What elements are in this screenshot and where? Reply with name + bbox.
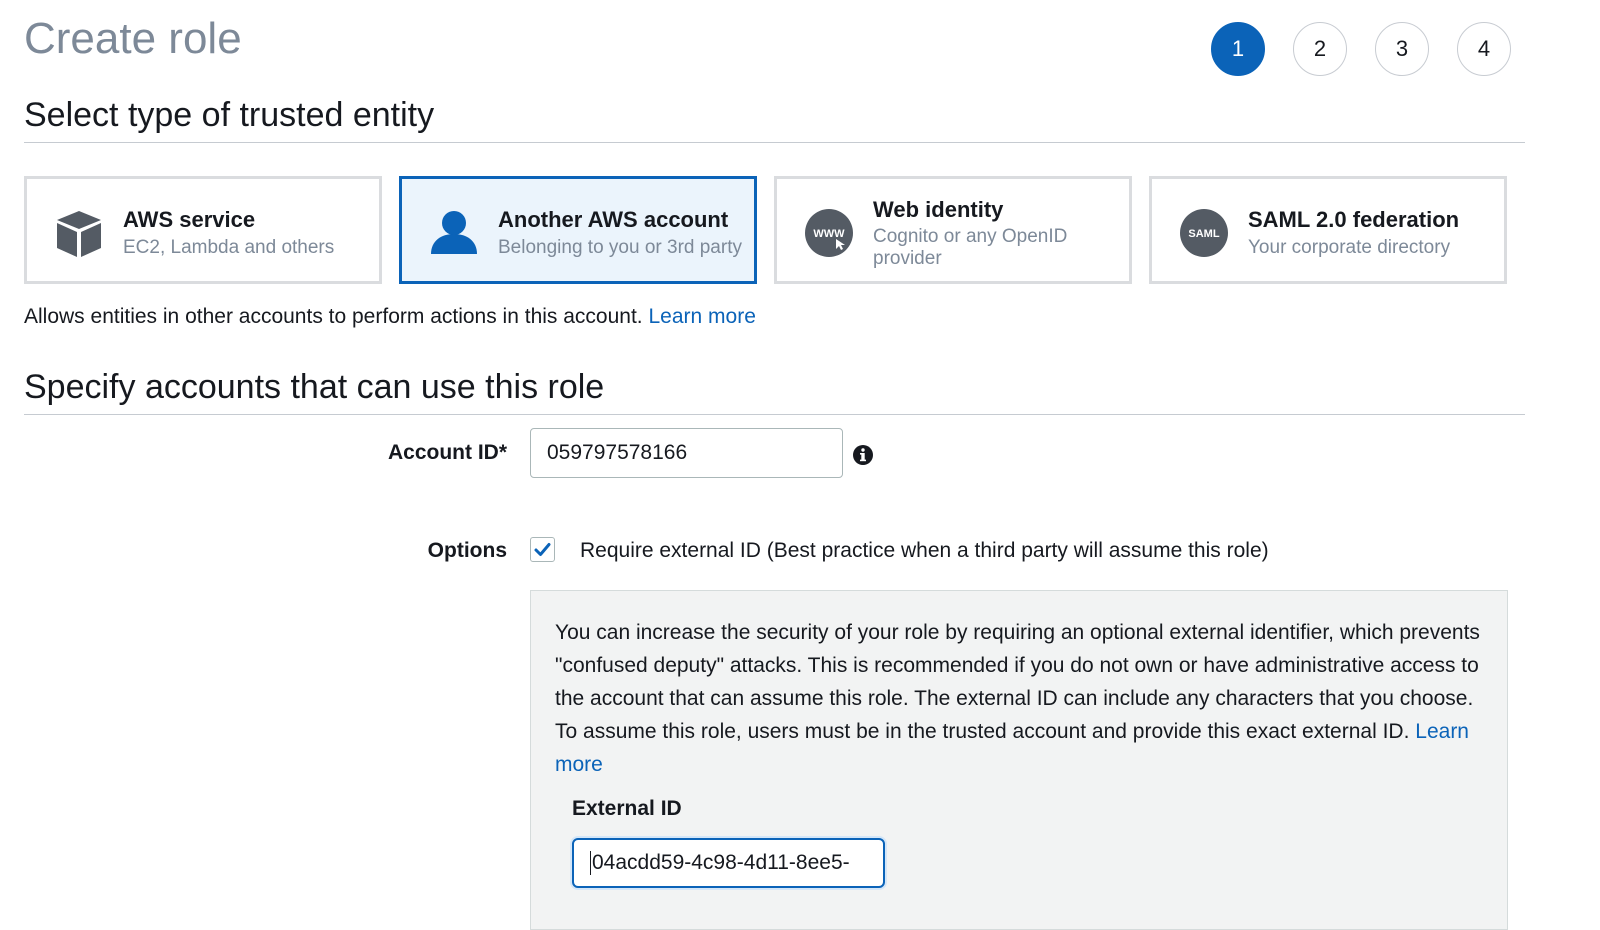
account-id-input[interactable]: 059797578166: [530, 428, 843, 478]
card-title: Another AWS account: [498, 207, 729, 232]
card-saml-federation[interactable]: SAML SAML 2.0 federation Your corporate …: [1149, 176, 1507, 284]
card-subtitle: Belonging to you or 3rd party: [498, 237, 742, 258]
card-another-aws-account[interactable]: Another AWS account Belonging to you or …: [399, 176, 757, 284]
entity-description: Allows entities in other accounts to per…: [24, 305, 756, 329]
user-icon: [431, 211, 477, 254]
external-id-value: 04acdd59-4c98-4d11-8ee5-: [592, 851, 850, 874]
external-id-help-text: You can increase the security of your ro…: [555, 621, 1480, 743]
cube-icon: [57, 211, 101, 257]
card-title: AWS service: [123, 207, 256, 232]
section-title-accounts: Specify accounts that can use this role: [24, 368, 605, 406]
require-external-id-label[interactable]: Require external ID (Best practice when …: [580, 539, 1269, 563]
svg-text:WWW: WWW: [813, 228, 845, 240]
card-title: SAML 2.0 federation: [1248, 207, 1460, 232]
saml-icon: SAML: [1180, 209, 1228, 257]
description-text: Allows entities in other accounts to per…: [24, 305, 643, 328]
step-2[interactable]: 2: [1293, 22, 1347, 76]
divider: [24, 414, 1525, 415]
step-3[interactable]: 3: [1375, 22, 1429, 76]
checkmark-icon: [534, 543, 551, 556]
card-web-identity[interactable]: WWW Web identity Cognito or any OpenID p…: [774, 176, 1132, 284]
options-label: Options: [427, 539, 507, 562]
learn-more-link[interactable]: Learn more: [648, 305, 755, 328]
card-subtitle: Cognito or any OpenID provider: [873, 226, 1068, 269]
account-id-value: 059797578166: [547, 441, 688, 464]
card-title: Web identity: [873, 197, 1004, 222]
text-caret: [590, 851, 591, 875]
divider: [24, 142, 1525, 143]
info-icon[interactable]: [852, 444, 874, 466]
card-subtitle: EC2, Lambda and others: [123, 237, 335, 258]
wizard-steps: 1 2 3 4: [1211, 22, 1511, 76]
section-title-trusted-entity: Select type of trusted entity: [24, 96, 435, 134]
account-id-label: Account ID*: [387, 441, 507, 464]
step-4[interactable]: 4: [1457, 22, 1511, 76]
www-icon: WWW: [805, 209, 853, 257]
require-external-id-checkbox[interactable]: [530, 537, 555, 562]
page-title: Create role: [24, 14, 242, 63]
card-subtitle: Your corporate directory: [1248, 237, 1451, 258]
svg-text:SAML: SAML: [1188, 228, 1219, 240]
external-id-help: You can increase the security of your ro…: [555, 616, 1490, 781]
card-aws-service[interactable]: AWS service EC2, Lambda and others: [24, 176, 382, 284]
step-1[interactable]: 1: [1211, 22, 1265, 76]
external-id-label: External ID: [572, 797, 682, 820]
external-id-input[interactable]: 04acdd59-4c98-4d11-8ee5-: [572, 838, 885, 888]
